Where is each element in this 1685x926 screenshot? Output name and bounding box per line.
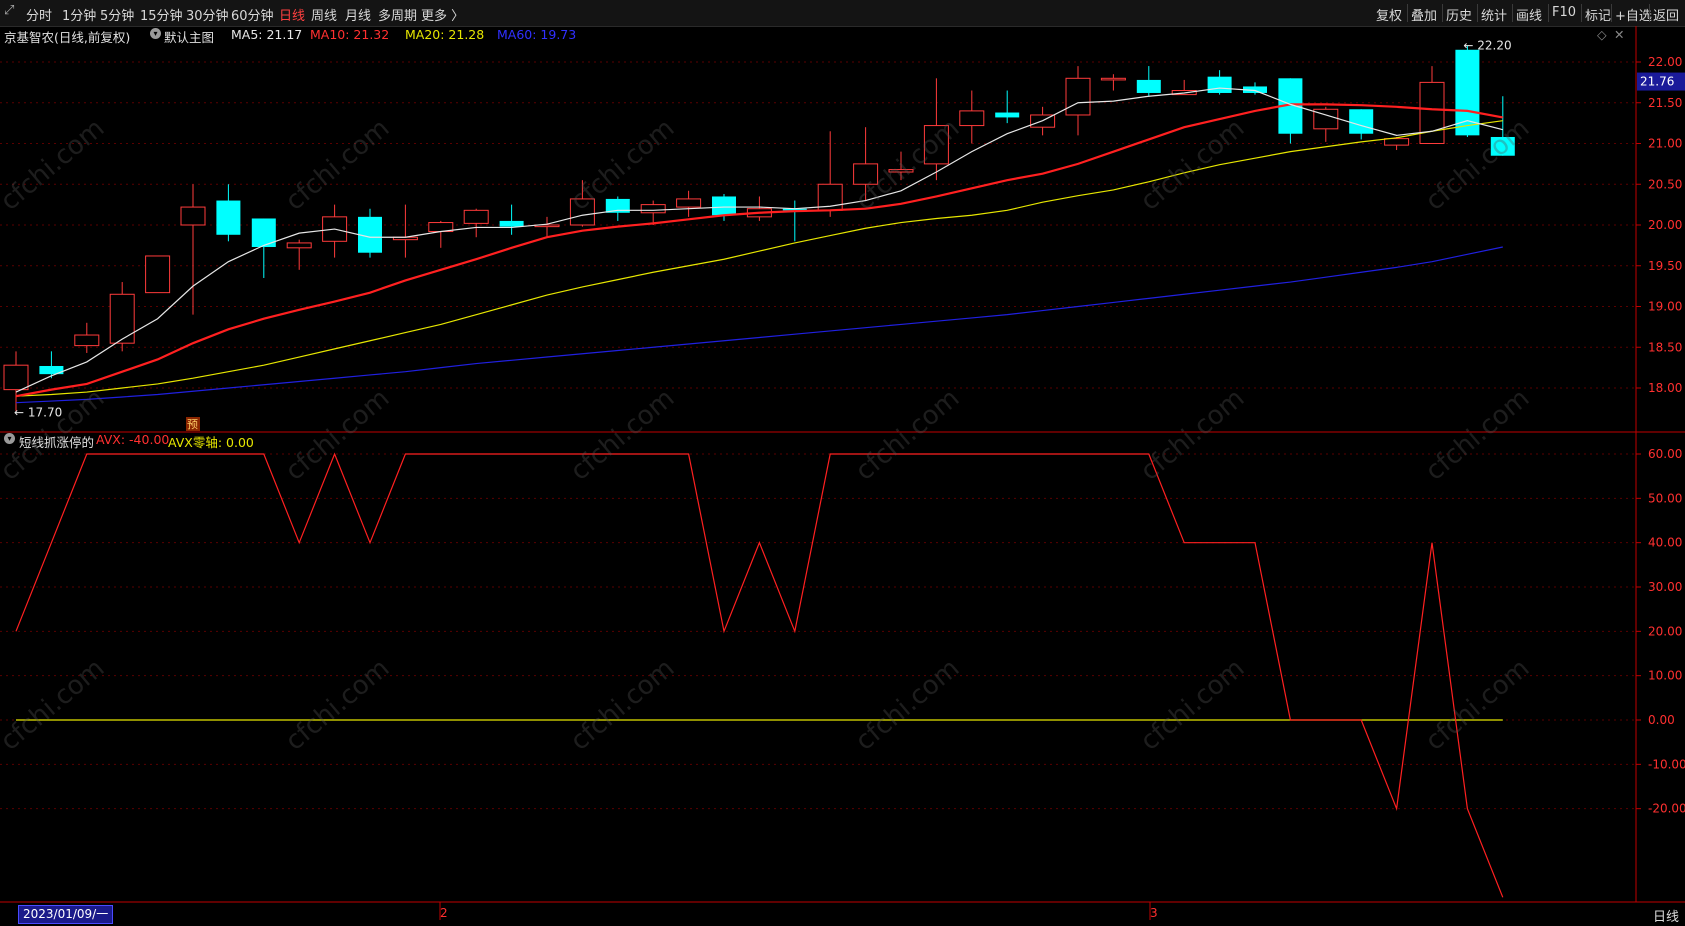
price-tick-label: 19.50	[1648, 259, 1682, 273]
candle-body-up	[1384, 138, 1410, 146]
candle-body-up	[286, 242, 312, 249]
price-tick-label: 21.50	[1648, 96, 1682, 110]
price-tick-label: 22.00	[1648, 55, 1682, 69]
indicator-tick-label: 60.00	[1648, 447, 1682, 461]
candle-body-up	[463, 209, 489, 224]
month-marker-3: 3	[1150, 906, 1158, 920]
indicator-tick-label: 20.00	[1648, 624, 1682, 638]
indicator-tick-label: 0.00	[1648, 713, 1675, 727]
candle-body-down	[216, 200, 241, 235]
price-tick-label: 20.00	[1648, 218, 1682, 232]
candle-body-up	[1065, 77, 1091, 116]
start-date: 2023/01/09/一	[18, 905, 114, 924]
candle-body-down	[499, 220, 524, 227]
candle-body-down	[995, 112, 1020, 118]
candle-body-up	[109, 293, 135, 344]
price-tick-label: 18.50	[1648, 340, 1682, 354]
candle-body-up	[74, 334, 100, 347]
candle-body-up	[1100, 77, 1126, 81]
candle-body-up	[640, 204, 666, 214]
indicator-tick-label: 10.00	[1648, 669, 1682, 683]
candle-body-down	[712, 196, 736, 216]
indicator-tick-label: -10.00	[1648, 757, 1685, 771]
candle-body-up	[676, 198, 702, 208]
price-tick-label: 19.00	[1648, 300, 1682, 314]
period-label: 日线	[1652, 910, 1679, 925]
indicator-tick-label: -20.00	[1648, 802, 1685, 816]
indicator-tick-label: 50.00	[1648, 491, 1682, 505]
ma20-line	[15, 120, 1503, 397]
indicator-tick-label: 40.00	[1648, 536, 1682, 550]
high-price-annotation: ← 22.20	[1463, 39, 1511, 53]
indicator-tick-label: 30.00	[1648, 580, 1682, 594]
candle-body-up	[145, 255, 171, 294]
price-tick-label: 18.00	[1648, 381, 1682, 395]
candle-body-down	[1136, 79, 1161, 93]
ma10-line	[15, 103, 1503, 398]
current-price-label: 21.76	[1640, 75, 1674, 89]
price-tick-label: 20.50	[1648, 177, 1682, 191]
pre-marker-label: 预	[187, 418, 198, 431]
ma60-line	[15, 246, 1503, 404]
month-marker-2: 2	[440, 906, 448, 920]
candle-body-up	[3, 364, 29, 391]
candle-body-down	[1207, 76, 1232, 93]
candle-body-up	[959, 110, 985, 127]
candle-body-up	[180, 206, 206, 226]
candle-body-up	[1419, 81, 1445, 144]
candle-body-down	[1349, 109, 1374, 134]
price-tick-label: 21.00	[1648, 137, 1682, 151]
